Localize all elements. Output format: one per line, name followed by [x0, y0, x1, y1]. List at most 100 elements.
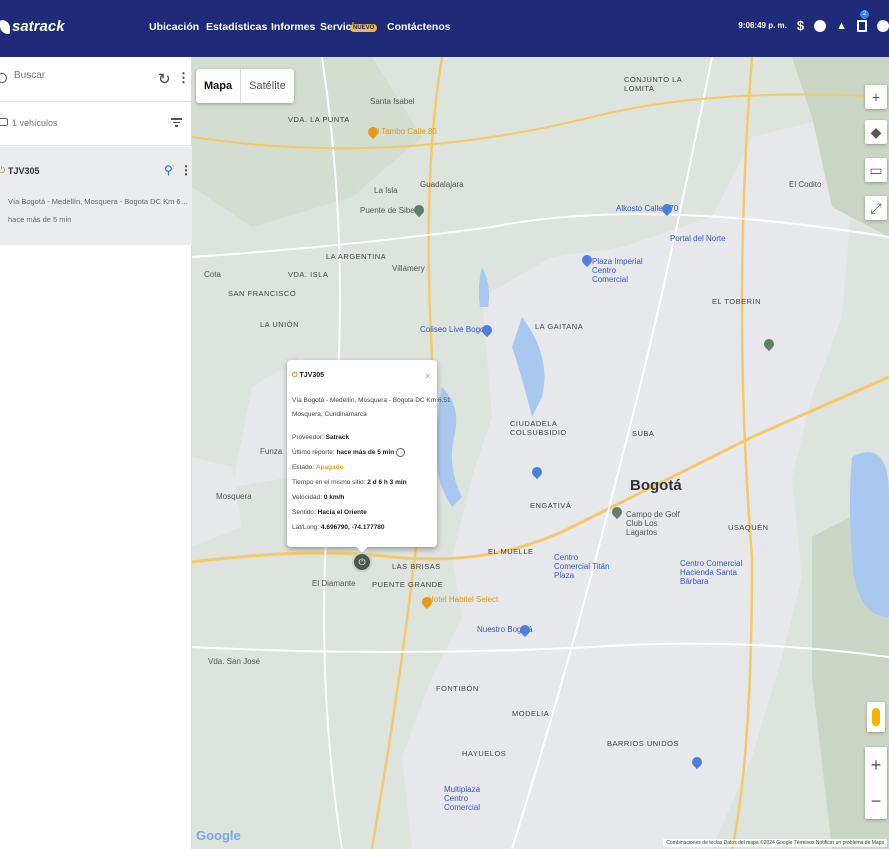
document-icon[interactable]	[857, 19, 867, 32]
map-label-la-argentina: LA ARGENTINA	[326, 252, 387, 261]
popup-velocidad: Velocidad: 0 km/h	[292, 494, 345, 501]
nav-contactenos[interactable]: Contáctenos	[387, 21, 451, 33]
popup-proveedor: Proveedor: Satrack	[292, 434, 350, 441]
map-label-vda-san-jose: Vda. San José	[208, 657, 261, 666]
search-row: ↻ ⋮	[0, 57, 191, 102]
map-label-el-toberin: EL TOBERIN	[712, 297, 762, 306]
popup-latlong: Lat/Long: 4.696790, -74.177780	[292, 524, 385, 531]
map-type-mapa[interactable]: Mapa	[196, 69, 242, 103]
vehicle-address: Vía Bogotá - Medellín, Mosquera - Bogota…	[8, 197, 190, 206]
topbar-right: 9:06:49 p. m. $ ▲	[738, 18, 889, 33]
popup-address-2: Mosquera, Cundinamarca	[292, 411, 367, 418]
map-label-bogota: Bogotá	[630, 477, 682, 494]
map-label-mosquera: Mosquera	[216, 492, 252, 501]
clock-icon	[396, 448, 406, 457]
nuevo-badge: NUEVO	[350, 24, 378, 32]
map-type-satelite[interactable]: Satélite	[241, 69, 294, 103]
map-attribution: Combinaciones de teclas Datos del mapa ©…	[663, 839, 887, 847]
map-label-la-lomita: CONJUNTO LA LOMITA	[624, 75, 682, 93]
map-label-san-francisco: SAN FRANCISCO	[228, 289, 297, 298]
logo-text: satrack	[12, 18, 65, 35]
map-label-multiplaza: Multiplaza Centro Comercial	[444, 785, 481, 812]
vehicle-marker[interactable]: ⏻	[352, 552, 372, 572]
nav-informes[interactable]: Informes	[271, 21, 315, 33]
map-label-fontibon: FONTIBÓN	[436, 684, 479, 693]
popup-plate: TJV305	[299, 372, 325, 379]
map-label-engativa: ENGATIVÁ	[530, 501, 572, 510]
popup-sentido: Sentido: Hacia el Oriente	[292, 509, 367, 516]
close-icon[interactable]: ✕	[424, 372, 431, 381]
map-label-plaza-imperial: Plaza Imperial Centro Comercial	[592, 257, 643, 284]
map-label-la-union: LA UNIÓN	[260, 320, 300, 329]
map-label-vda-la-punta: VDA. LA PUNTA	[288, 115, 350, 124]
map-label-ciudadela: CIUDADELA COLSUBSIDIO	[510, 419, 567, 437]
map-label-el-muelle: EL MUELLE	[488, 547, 534, 556]
map-label-el-tambo: El Tambo Calle 80	[372, 127, 437, 136]
map-label-vda-isla: VDA. ISLA	[288, 270, 329, 279]
map-label-titan: Centro Comercial Titán Plaza	[554, 553, 610, 580]
map-label-la-gaitana: LA GAITANA	[535, 322, 584, 331]
search-icon	[0, 73, 7, 83]
map-label-usaquen: USAQUÉN	[728, 523, 769, 532]
clock-text: 9:06:49 p. m.	[738, 21, 787, 30]
map-label-cota: Cota	[204, 270, 221, 279]
satrack-logo[interactable]: satrack	[0, 18, 65, 35]
popup-tiempo: Tiempo en el mismo sitio: 2 d 6 h 3 min	[292, 479, 407, 486]
vehicle-last-seen: hace más de 5 min	[8, 215, 72, 224]
layers-icon[interactable]: ◆	[865, 120, 887, 144]
map-label-puente-grande: PUENTE GRANDE	[372, 580, 444, 589]
satrack-logo-icon	[0, 19, 10, 34]
map-label-hotel: Hotel Habitel Select	[428, 595, 499, 604]
google-logo: Google	[196, 828, 241, 843]
driver-icon[interactable]: ⚲	[164, 163, 173, 177]
map-type-toggle: Mapa Satélite	[196, 69, 294, 103]
add-icon[interactable]: +	[865, 85, 887, 109]
refresh-icon[interactable]: ↻	[158, 70, 171, 88]
keyboard-icon[interactable]: ▭	[865, 158, 887, 182]
map-label-santa-isabel: Santa Isabel	[370, 97, 415, 106]
map-label-funza: Funza	[260, 447, 283, 456]
user-icon[interactable]	[877, 19, 889, 32]
map-label-el-codito: El Codito	[789, 180, 822, 189]
map-label-campo-golf: Campo de Golf Club Los Lagartos	[626, 510, 680, 537]
help-icon[interactable]	[814, 19, 827, 32]
power-icon: ⏻	[292, 372, 298, 379]
top-navbar: satrack Ubicación Estadísticas Informes …	[0, 0, 889, 57]
bell-icon[interactable]: ▲	[836, 20, 847, 32]
map-label-suba: SUBA	[632, 429, 655, 438]
map-label-coliseo: Coliseo Live Bogotá	[420, 325, 492, 334]
zoom-control: + −	[865, 747, 887, 819]
popup-address-1: Vía Bogotá - Medellín, Mosquera - Bogota…	[292, 397, 451, 404]
notification-badge: 2	[860, 10, 869, 19]
popup-title: ⏻ TJV305	[292, 372, 324, 380]
map-label-la-isla: La Isla	[374, 186, 398, 195]
more-options-icon[interactable]: ⋮	[177, 70, 190, 86]
sidebar: ↻ ⋮ 1 vehículos ⏻ TJV305 ⚲ ⋮ Vía Bogotá …	[0, 57, 192, 849]
map-label-las-brisas: LAS BRISAS	[392, 562, 441, 571]
zoom-out-button[interactable]: −	[865, 783, 887, 819]
map-label-barrios-unidos: BARRIOS UNIDOS	[607, 739, 680, 748]
power-icon: ⏻	[0, 165, 6, 175]
vehicle-info-popup: ✕ ⏻ TJV305 Vía Bogotá - Medellín, Mosque…	[287, 360, 451, 547]
map-label-portal-norte: Portal del Norte	[670, 234, 726, 243]
map-label-el-diamante: El Diamante	[312, 579, 356, 588]
search-input[interactable]	[14, 70, 144, 81]
vehicle-count-label: 1 vehículos	[12, 118, 58, 128]
pegman-icon[interactable]	[867, 702, 885, 732]
zoom-in-button[interactable]: +	[865, 747, 887, 783]
car-icon	[0, 118, 8, 126]
dollar-icon[interactable]: $	[797, 18, 804, 33]
map-label-villamery: Villamery	[392, 264, 425, 273]
nav-estadisticas[interactable]: Estadísticas	[206, 21, 267, 33]
vehicle-count-row: 1 vehículos	[0, 102, 191, 146]
vehicle-menu-icon[interactable]: ⋮	[180, 163, 192, 177]
popup-estado: Estado: Apagado	[292, 464, 344, 471]
vehicle-card[interactable]: ⏻ TJV305 ⚲ ⋮ Vía Bogotá - Medellín, Mosq…	[0, 147, 192, 245]
nav-ubicacion[interactable]: Ubicación	[142, 21, 206, 52]
fullscreen-icon[interactable]: ⤢	[865, 196, 887, 220]
map-label-modelia: MODELIA	[512, 709, 550, 718]
filter-icon[interactable]	[171, 118, 182, 129]
map-label-hayuelos: HAYUELOS	[462, 749, 507, 758]
map-label-hacienda: Centro Comercial Hacienda Santa Bárbara	[680, 559, 743, 586]
vehicle-plate: TJV305	[8, 166, 40, 176]
